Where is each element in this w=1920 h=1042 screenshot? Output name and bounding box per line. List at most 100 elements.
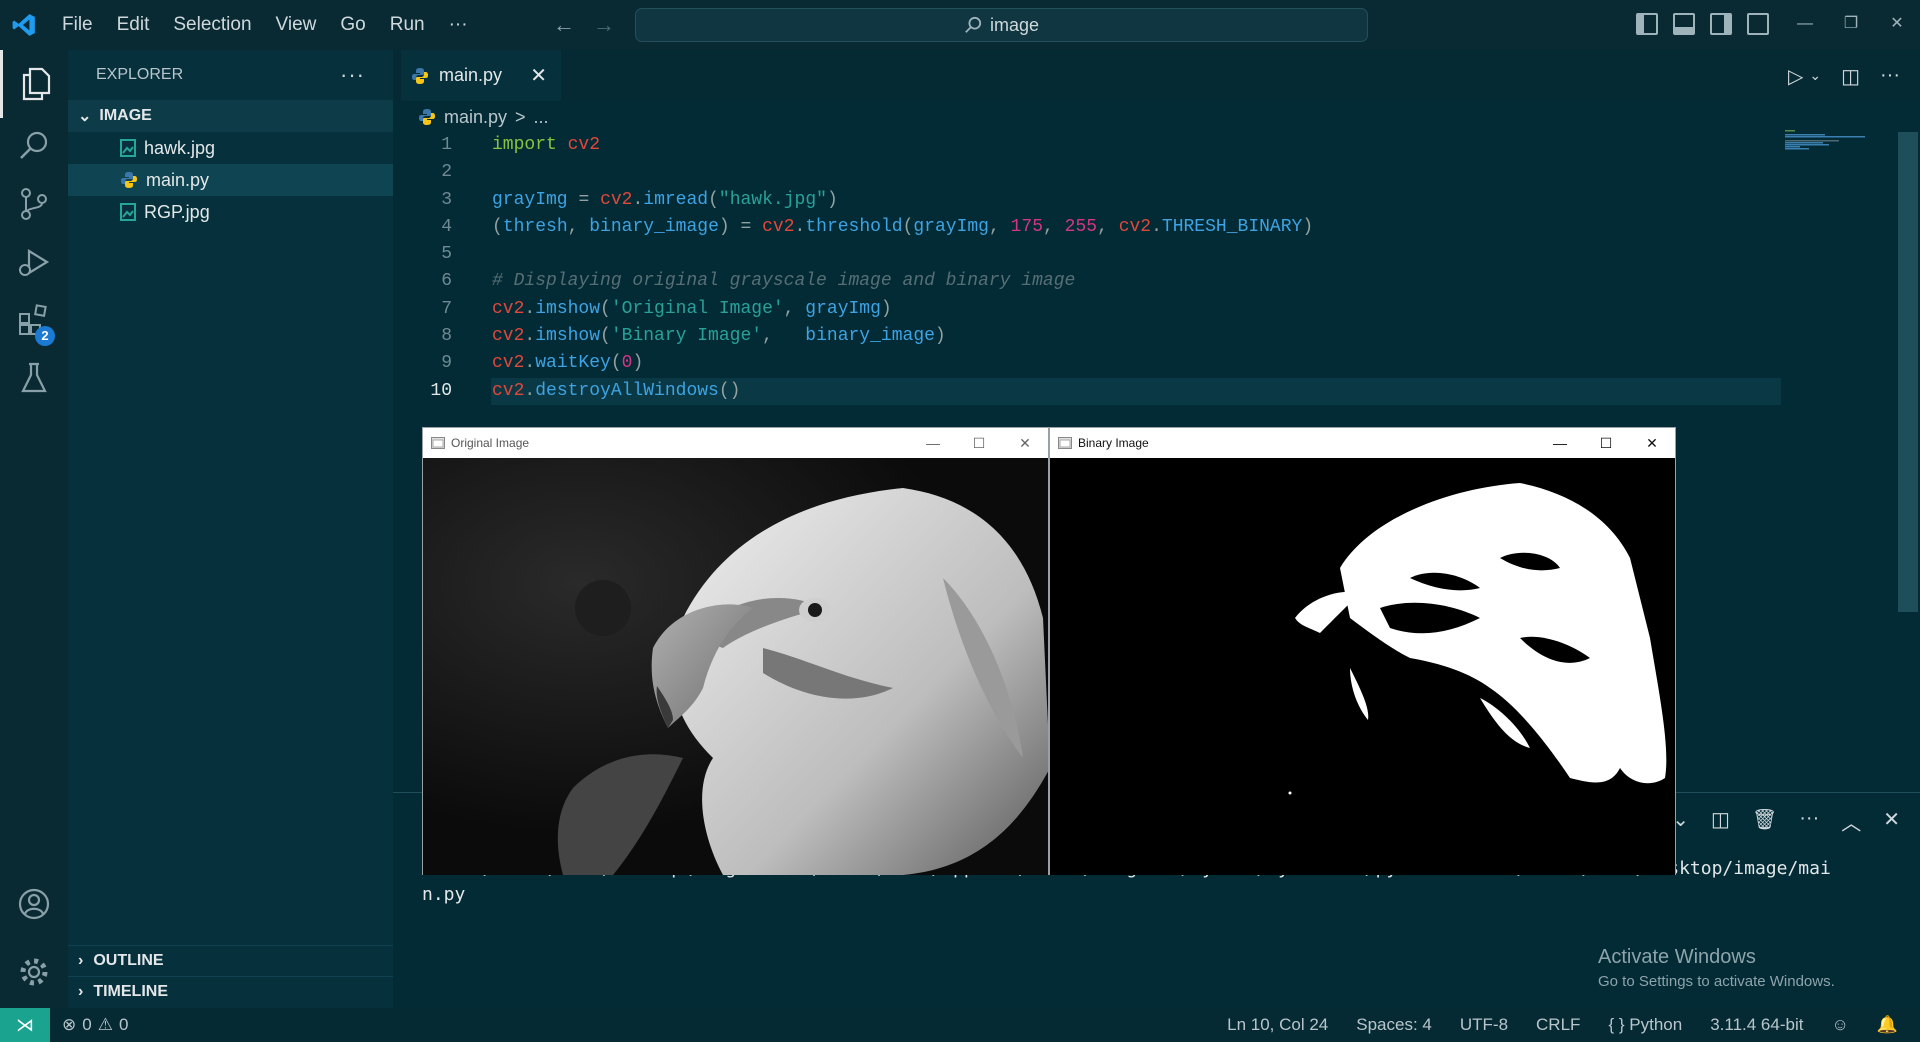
- folder-image[interactable]: ⌄ IMAGE: [68, 100, 393, 132]
- original-image-window[interactable]: Original Image — ☐ ✕: [422, 427, 1049, 875]
- close-panel-icon[interactable]: ✕: [1883, 807, 1900, 836]
- window-titlebar[interactable]: Original Image — ☐ ✕: [423, 428, 1048, 458]
- testing-icon[interactable]: [0, 344, 68, 412]
- outline-section[interactable]: › OUTLINE: [68, 945, 393, 975]
- language-mode[interactable]: { } Python: [1608, 1015, 1682, 1035]
- close-icon[interactable]: ✕: [1629, 435, 1675, 452]
- toggle-primary-sidebar-icon[interactable]: [1636, 13, 1658, 35]
- forward-arrow-icon[interactable]: →: [593, 12, 615, 38]
- code-editor[interactable]: 1 import cv2 2 3 grayImg = cv2.imread("hawk.…: [400, 132, 1313, 405]
- notifications-bell-icon[interactable]: 🔔: [1877, 1015, 1898, 1035]
- split-terminal-icon[interactable]: ◫: [1711, 807, 1730, 836]
- code-text: (thresh, binary_image) = cv2.threshold(g…: [492, 216, 1314, 237]
- code-line[interactable]: 3 grayImg = cv2.imread("hawk.jpg"): [400, 187, 838, 214]
- python-file-icon: [121, 172, 137, 188]
- menu-selection[interactable]: Selection: [161, 0, 263, 50]
- manage-gear-icon[interactable]: [0, 938, 68, 1006]
- remote-indicator-icon[interactable]: ⋊: [0, 1008, 50, 1042]
- split-editor-icon[interactable]: ◫: [1841, 64, 1860, 89]
- kill-terminal-trash-icon[interactable]: 🗑: [1752, 807, 1777, 836]
- menu-view[interactable]: View: [264, 0, 329, 50]
- breadcrumb-file[interactable]: main.py: [444, 107, 507, 128]
- line-number: 4: [441, 216, 452, 237]
- cursor-position[interactable]: Ln 10, Col 24: [1227, 1015, 1328, 1035]
- problems-indicator[interactable]: ⊗ 0 ⚠ 0: [62, 1015, 128, 1035]
- code-line[interactable]: 9 cv2.waitKey(0): [400, 350, 643, 377]
- feedback-icon[interactable]: ☺: [1831, 1015, 1848, 1035]
- panel-more-icon[interactable]: ···: [1799, 807, 1819, 836]
- customize-layout-icon[interactable]: [1747, 13, 1769, 35]
- code-text: # Displaying original grayscale image an…: [492, 271, 1076, 292]
- file-main-py[interactable]: main.py: [68, 164, 393, 196]
- encoding[interactable]: UTF-8: [1460, 1015, 1508, 1035]
- braces-icon: { }: [1608, 1015, 1625, 1034]
- breadcrumb-separator: >: [515, 106, 526, 127]
- maximize-icon[interactable]: ☐: [1583, 435, 1629, 452]
- code-line[interactable]: 5: [400, 241, 452, 268]
- menu-file[interactable]: File: [50, 0, 105, 50]
- code-text: cv2.waitKey(0): [492, 353, 644, 374]
- code-text: cv2.destroyAllWindows(): [492, 380, 741, 401]
- explorer-icon[interactable]: [0, 50, 68, 118]
- code-line[interactable]: 1 import cv2: [400, 132, 600, 159]
- run-dropdown-chevron-icon[interactable]: ⌄: [1809, 67, 1821, 89]
- search-text: image: [989, 14, 1040, 35]
- watermark-title: Activate Windows: [1598, 946, 1756, 968]
- menu-bar: File Edit Selection View Go Run ···: [50, 0, 480, 50]
- indentation[interactable]: Spaces: 4: [1356, 1015, 1432, 1035]
- line-number: 1: [441, 135, 452, 155]
- run-python-file-icon[interactable]: ▷: [1788, 64, 1803, 89]
- code-line[interactable]: 2: [400, 159, 452, 186]
- explorer-more-button[interactable]: ···: [340, 62, 365, 88]
- window-titlebar[interactable]: Binary Image — ☐ ✕: [1050, 428, 1675, 458]
- toggle-secondary-sidebar-icon[interactable]: [1710, 13, 1732, 35]
- timeline-section[interactable]: › TIMELINE: [68, 976, 393, 1006]
- back-arrow-icon[interactable]: ←: [553, 12, 575, 38]
- python-interpreter[interactable]: 3.11.4 64-bit: [1710, 1015, 1803, 1035]
- code-line[interactable]: 8 cv2.imshow('Binary Image', binary_image…: [400, 323, 946, 350]
- binary-eagle-image: [1050, 458, 1675, 875]
- file-label: hawk.jpg: [144, 137, 216, 158]
- editor-more-icon[interactable]: ···: [1880, 64, 1900, 89]
- close-icon[interactable]: ✕: [1002, 435, 1048, 452]
- file-rgp-jpg[interactable]: RGP.jpg: [68, 196, 393, 228]
- toggle-panel-icon[interactable]: [1673, 13, 1695, 35]
- tab-close-icon[interactable]: ✕: [530, 63, 547, 88]
- minimize-icon[interactable]: —: [910, 435, 956, 452]
- menu-go[interactable]: Go: [328, 0, 377, 50]
- tab-main-py[interactable]: main.py ✕: [401, 50, 561, 101]
- close-icon[interactable]: ✕: [1874, 0, 1920, 50]
- minimize-icon[interactable]: —: [1782, 0, 1828, 50]
- menu-run[interactable]: Run: [378, 0, 437, 50]
- code-text: grayImg = cv2.imread("hawk.jpg"): [492, 189, 838, 210]
- code-line[interactable]: 7 cv2.imshow('Original Image', grayImg): [400, 296, 892, 323]
- timeline-label: TIMELINE: [93, 982, 168, 1000]
- file-hawk-jpg[interactable]: hawk.jpg: [68, 132, 393, 164]
- search-icon: [965, 16, 982, 33]
- menu-more[interactable]: ···: [437, 0, 480, 50]
- code-line[interactable]: 10 cv2.destroyAllWindows(): [400, 378, 740, 405]
- maximize-panel-chevron-up-icon[interactable]: ︿: [1841, 807, 1861, 836]
- breadcrumb: main.py > ...: [418, 103, 549, 131]
- binary-image-window[interactable]: Binary Image — ☐ ✕: [1049, 427, 1676, 875]
- editor-scrollbar[interactable]: [1898, 132, 1918, 612]
- panel-actions: +⌄ ◫ 🗑 ··· ︿ ✕: [1661, 807, 1900, 836]
- activate-windows-watermark: Activate Windows Go to Settings to activ…: [1598, 946, 1835, 990]
- folder-label: IMAGE: [99, 107, 152, 124]
- account-icon[interactable]: [0, 870, 68, 938]
- breadcrumb-symbol[interactable]: ...: [534, 107, 549, 128]
- file-label: RGP.jpg: [144, 201, 210, 222]
- minimize-icon[interactable]: —: [1537, 435, 1583, 452]
- window-controls: — ❐ ✕: [1782, 0, 1920, 50]
- command-center-search[interactable]: image: [635, 8, 1368, 42]
- maximize-icon[interactable]: ☐: [956, 435, 1002, 452]
- vscode-logo-icon: [0, 0, 48, 50]
- code-line[interactable]: 4 (thresh, binary_image) = cv2.threshold(…: [400, 214, 1313, 241]
- code-line[interactable]: 6 # Displaying original grayscale image a…: [400, 268, 1075, 295]
- end-of-line[interactable]: CRLF: [1536, 1015, 1580, 1035]
- line-number: 10: [430, 380, 452, 401]
- minimap[interactable]: [1785, 130, 1875, 150]
- menu-edit[interactable]: Edit: [105, 0, 162, 50]
- restore-icon[interactable]: ❐: [1828, 0, 1874, 50]
- python-file-icon: [419, 109, 435, 125]
